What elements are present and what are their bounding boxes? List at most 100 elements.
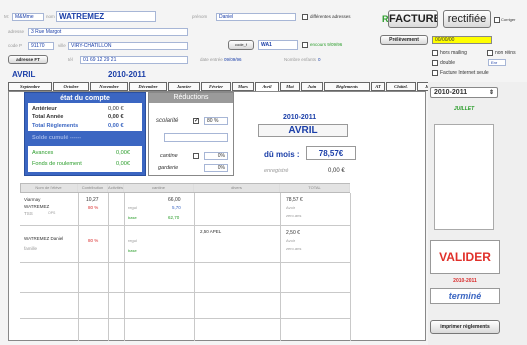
double-label: double — [440, 60, 456, 66]
reductions-extra-field[interactable] — [164, 133, 228, 142]
table-row[interactable]: WATREMEZ Daniel famille — [24, 236, 63, 251]
tab-septembre[interactable]: Septembre — [8, 82, 52, 91]
cantine-checkbox[interactable] — [193, 153, 199, 159]
row1-zero: zero.ans — [286, 213, 302, 218]
col-contribution: Contribution — [78, 184, 108, 192]
row2-nom: WATREMEZ Daniel — [24, 236, 64, 241]
row1-cantine2: 5,70 — [172, 205, 181, 210]
enregistre-label: enregistré — [264, 168, 289, 174]
solde-cumule-label: Solde cumulé ------ — [32, 135, 82, 141]
cantine-pct-field[interactable]: 0% — [204, 152, 228, 160]
period-year: 2010-2011 — [108, 70, 146, 79]
avances-label: Avances — [32, 150, 54, 156]
hors-mailing-checkbox[interactable] — [432, 50, 438, 56]
code-postal-label: code P — [8, 43, 23, 48]
total-reglements-label: Total Règlements — [32, 123, 79, 129]
tab-juin[interactable]: Juin — [301, 82, 323, 91]
ville-field[interactable]: VIRY-CHATILLON — [68, 42, 188, 50]
adresse-ft-button[interactable]: adresse FT — [8, 55, 48, 64]
tab-reglements[interactable]: Règlements — [324, 82, 370, 91]
tab-decembre[interactable]: Décembre — [129, 82, 167, 91]
civilite-field[interactable]: M&Mme — [12, 13, 44, 21]
prenom-field[interactable]: Daniel — [216, 13, 296, 21]
col-activites: Activités — [108, 184, 124, 192]
summary-month: AVRIL — [258, 124, 348, 137]
year-select-value: 2010-2011 — [434, 89, 468, 96]
tab-mai[interactable]: Mai — [280, 82, 300, 91]
code-f-button[interactable]: code_f — [228, 40, 254, 50]
tab-mars[interactable]: Mars — [232, 82, 254, 91]
col-total: TOTAL — [280, 184, 350, 192]
row1-nom2: WATREMEZ — [24, 204, 50, 209]
anterieur-value: 0,00 € — [108, 106, 124, 112]
adresse-label: adresse — [8, 29, 25, 34]
row2-total: 2,50 € — [286, 230, 300, 236]
enr-field[interactable]: Enr — [488, 59, 506, 66]
hors-mailing-label: hors mailing — [440, 50, 467, 56]
row1-opt: OPS — [48, 211, 56, 215]
civilite-prefix: M: — [4, 14, 9, 19]
year-select[interactable]: 2010-2011 ⇕ — [430, 87, 498, 98]
encours-label: encours 9/09/96 — [310, 42, 343, 47]
chevron-updown-icon: ⇕ — [488, 90, 494, 96]
prelevement-date-field[interactable]: 00/00/00 — [432, 36, 492, 44]
corriger-label: Corriger — [501, 17, 516, 22]
imprimer-reglements-button[interactable]: imprimer règlements — [430, 320, 500, 334]
date-entree-label: date entrée — [200, 57, 223, 62]
row1-total: 78,57 € — [286, 197, 303, 203]
grid-line — [350, 193, 351, 341]
adresse-field[interactable]: 3 Rue Margot — [28, 28, 188, 36]
row1-classe: TSS — [24, 211, 33, 216]
encours-checkbox[interactable] — [302, 42, 308, 48]
row1-base: base — [128, 215, 137, 220]
cantine-label: cantine — [160, 153, 178, 159]
facture-button[interactable]: FACTURE — [388, 10, 438, 28]
code-postal-field[interactable]: 91170 — [28, 42, 54, 50]
facture-internet-checkbox[interactable] — [432, 70, 438, 76]
rectifiee-button[interactable]: rectifiée — [443, 10, 491, 28]
row1-pct: 80 % — [88, 205, 99, 210]
table-row[interactable]: Viarmay WATREMEZ TSS — [24, 197, 49, 216]
nom-label: nom — [46, 14, 55, 19]
row1-nom: Viarmay — [24, 197, 41, 202]
du-mois-label: dû mois : — [264, 150, 300, 159]
non-reins-label: non réins — [495, 50, 516, 56]
tab-at[interactable]: AT — [371, 82, 385, 91]
differentes-adresses-label: différentes adresses — [310, 14, 351, 19]
code-f-field[interactable]: WA1 — [258, 40, 298, 50]
row2-base: base — [128, 248, 137, 253]
fonds-roulement-value: 0,00€ — [116, 161, 130, 167]
facture-internet-label: Facture Internet seule — [440, 70, 489, 76]
tab-octobre[interactable]: Octobre — [53, 82, 89, 91]
sidebar-month: JUILLET — [453, 106, 475, 112]
grid-line — [20, 225, 350, 226]
sidebar-list[interactable] — [434, 124, 494, 230]
tab-janvier[interactable]: Janvier — [168, 82, 200, 91]
prenom-label: prénom — [192, 14, 208, 19]
garderie-label: garderie — [158, 165, 179, 171]
fonds-roulement-label: Fonds de roulement — [32, 161, 82, 167]
differentes-adresses-checkbox[interactable] — [302, 14, 308, 20]
grid-line — [20, 318, 350, 319]
enregistre-value: 0,00 € — [328, 168, 345, 174]
double-checkbox[interactable] — [432, 60, 438, 66]
tab-chatel[interactable]: Châtel. — [386, 82, 416, 91]
non-reins-checkbox[interactable] — [487, 50, 493, 56]
row2-regul: regul — [128, 238, 137, 243]
scolarite-pct-field[interactable]: 80 % — [204, 117, 228, 125]
tab-fevrier[interactable]: Février — [201, 82, 231, 91]
corriger-checkbox[interactable] — [494, 17, 500, 23]
valider-button[interactable]: VALIDER — [430, 240, 500, 274]
nom-field[interactable]: WATREMEZ — [56, 11, 156, 22]
garderie-pct-field[interactable]: 0% — [204, 164, 228, 172]
tab-novembre[interactable]: Novembre — [90, 82, 128, 91]
row2-pct: 80 % — [88, 238, 99, 243]
sidebar-year2: 2010-2011 — [453, 278, 477, 284]
row1-contribution: 10,27 — [86, 197, 99, 203]
date-entree-value: 09/09/96 — [224, 57, 242, 62]
scolarite-checkbox[interactable]: ✓ — [193, 118, 199, 124]
tel-field[interactable]: 01 69 12 29 21 — [80, 56, 188, 64]
anterieur-label: Antérieur — [32, 106, 57, 112]
prelevement-button[interactable]: Prélèvement — [380, 35, 428, 45]
scolarite-label: scolarité — [156, 118, 179, 124]
